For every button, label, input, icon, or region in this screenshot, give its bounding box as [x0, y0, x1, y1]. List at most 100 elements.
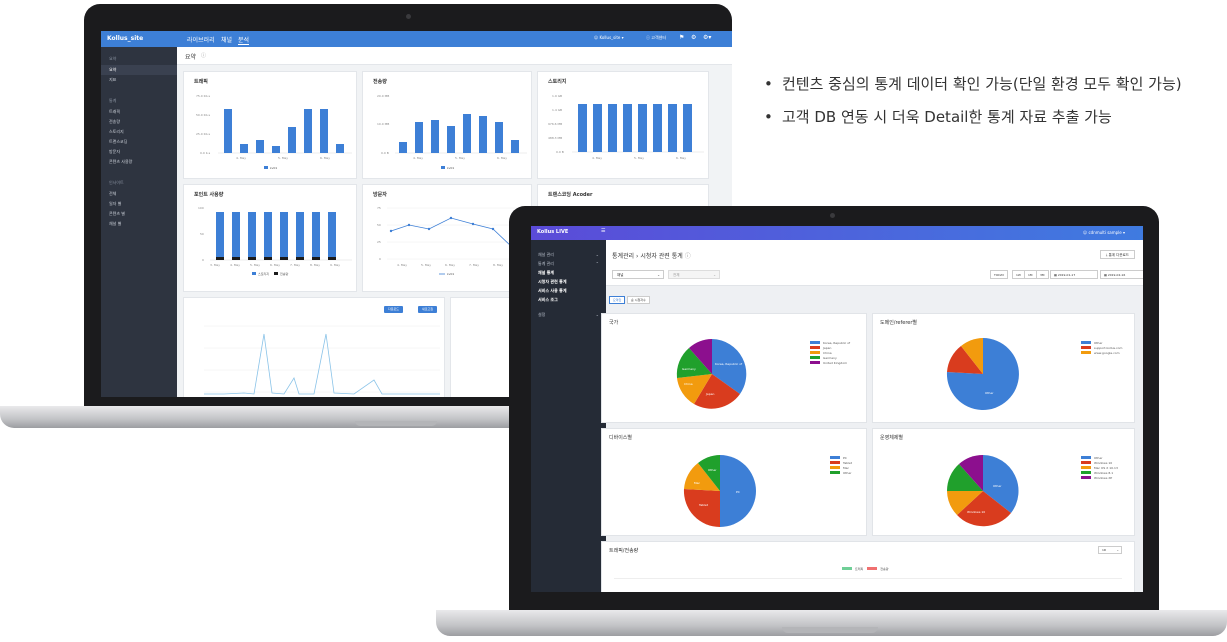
- menu-icon[interactable]: ☰: [601, 228, 605, 234]
- date-from-value: 2019-01-17: [1057, 273, 1076, 277]
- panel-title: 트래픽/전송량: [609, 548, 639, 554]
- sidebar-item-content-usage[interactable]: 콘텐츠 사용량: [101, 157, 177, 167]
- sidebar-section-insight: 인사이트: [109, 180, 124, 185]
- bar: [232, 212, 240, 257]
- sidebar-item-channel-stats[interactable]: 채널 통계: [531, 268, 606, 277]
- date-today-button[interactable]: TODAY: [990, 270, 1009, 279]
- sidebar-item-metrics[interactable]: 지표: [101, 75, 177, 85]
- tab-summary[interactable]: 요약값: [609, 296, 626, 304]
- y-tick: 0.0 B: [381, 151, 389, 155]
- sidebar-item-service-log[interactable]: 서비스 조그: [531, 295, 606, 304]
- sidebar-item-stats-mgmt[interactable]: 통계 관리 ⌃: [531, 259, 606, 268]
- bar: [463, 114, 471, 153]
- user-menu[interactable]: ☺ Kollus_site ▾: [594, 35, 624, 40]
- left-sidebar: 요약 요약 지표 통계 트래픽 전송량 스토리지 트랜스코딩 방문자 콘텐츠 사…: [101, 47, 177, 397]
- bar: [216, 212, 224, 257]
- slice-label: PC: [736, 490, 740, 494]
- slice-label: China: [684, 382, 693, 386]
- sidebar-item-all[interactable]: 전체: [101, 189, 177, 199]
- sidebar-item-summary[interactable]: 요약: [101, 65, 177, 75]
- storage-chart: 1.9 GB 1.4 GB 976.6 MB 488.3 MB 0.0 B 4.…: [548, 94, 704, 160]
- legend-label: Windows 10: [1094, 460, 1113, 465]
- info-icon[interactable]: ⓘ: [685, 253, 691, 260]
- stats-download-button[interactable]: ⤓ 통계 다운로드: [1099, 250, 1135, 259]
- date-from-input[interactable]: ▦ 2019-01-17: [1050, 270, 1098, 279]
- tab-unique-viewers[interactable]: 순 시청자수: [627, 296, 650, 304]
- bar: [479, 116, 487, 153]
- date-1w-button[interactable]: 1W: [1012, 270, 1025, 279]
- nav-library[interactable]: 라이브러리: [187, 35, 215, 44]
- sidebar-item-transfer[interactable]: 전송량: [101, 117, 177, 127]
- sidebar-item-transcoding[interactable]: 트랜스코딩: [101, 137, 177, 147]
- y-tick: 1.4 GB: [552, 108, 562, 112]
- page-title: 요약: [185, 54, 197, 61]
- bar: [431, 120, 439, 153]
- channel-select[interactable]: 채널 ⌄: [612, 270, 664, 279]
- bar: [638, 104, 647, 152]
- sub-select[interactable]: 전체 ⌄: [668, 270, 720, 279]
- sidebar-item-storage[interactable]: 스토리지: [101, 127, 177, 137]
- os-panel: 운영체제별 Other Windows 10 Other Windows 10 …: [872, 428, 1135, 536]
- card-title: 트래픽: [194, 79, 208, 85]
- y-tick: 10.0 MB: [377, 122, 389, 126]
- nav-analytics[interactable]: 분석: [238, 35, 250, 45]
- chevron-down-icon: ⌄: [657, 273, 660, 277]
- sidebar-item-visitors[interactable]: 방문자: [101, 147, 177, 157]
- bullet-text: 고객 DB 연동 시 더욱 Detail한 통계 자료 추출 가능: [782, 108, 1112, 126]
- slice-label: Japan: [705, 392, 714, 396]
- x-tick: 8. May: [493, 263, 503, 267]
- traffic-card: 트래픽 75.0 Kb.s 50.0 Kb.s 25.0 Kb.s 0.0 b.…: [183, 71, 357, 179]
- date-to-input[interactable]: ▦ 2019-02-16: [1100, 270, 1143, 279]
- device-panel: 디바이스별 PC Tablet Mac Other PC Tablet Mac …: [601, 428, 867, 536]
- breadcrumb-root[interactable]: 통계관리: [612, 253, 634, 260]
- y-tick: 20.0 MB: [377, 94, 389, 98]
- app-name: Kollus_site: [107, 35, 144, 42]
- y-tick: 976.6 MB: [548, 122, 562, 126]
- bullet-text: 컨텐츠 중심의 통계 데이터 확인 가능(단일 환경 모두 확인 가능): [782, 75, 1182, 93]
- breadcrumb-current: 시청자 관련 통계: [640, 253, 683, 260]
- sidebar-item-service-usage[interactable]: 서비스 사용 통계: [531, 286, 606, 295]
- bar: [320, 109, 328, 153]
- sidebar-item-channel-mgmt[interactable]: 채널 관리 ⌄: [531, 250, 606, 259]
- legend-label: 전송량: [880, 566, 889, 571]
- legend-label: Other: [1094, 340, 1103, 345]
- x-tick: 5. May: [250, 263, 260, 267]
- sidebar-item-by-content[interactable]: 콘텐츠 별: [101, 209, 177, 219]
- period-select[interactable]: 1D ⌄: [1098, 546, 1122, 554]
- refresh-button[interactable]: 새로고침: [418, 306, 438, 313]
- sidebar-item-by-channel[interactable]: 채널 별: [101, 219, 177, 229]
- legend-label: Other: [1094, 455, 1103, 460]
- info-icon[interactable]: ⓘ: [201, 52, 206, 59]
- help-link[interactable]: ⓘ 고객센터: [646, 35, 666, 41]
- spike-chart-card: 다운로드 새로고침: [183, 297, 445, 397]
- page-header: 통계관리 › 시청자 관련 통계 ⓘ ⤓ 통계 다운로드 채널 ⌄ 전체 ⌄ TOD…: [606, 240, 1143, 286]
- legend-label: kv01: [447, 166, 454, 170]
- date-3m-button[interactable]: 3M: [1036, 270, 1049, 279]
- nav-channel[interactable]: 채널: [221, 35, 232, 44]
- bell-icon[interactable]: ⚑: [679, 34, 684, 41]
- visitors-line: [390, 217, 514, 249]
- sidebar-item-traffic[interactable]: 트래픽: [101, 107, 177, 117]
- user-name: Kollus_site: [599, 35, 621, 40]
- user-menu[interactable]: ☺ cdnmulti sample ▾: [1083, 230, 1125, 235]
- download-button[interactable]: 다운로드: [384, 306, 404, 313]
- x-tick: 4. May: [230, 263, 240, 267]
- x-tick: 5. May: [455, 156, 465, 160]
- bar: [312, 212, 320, 257]
- chevron-down-icon: ⌄: [713, 273, 716, 277]
- spike-line: [204, 333, 440, 395]
- bar: [248, 212, 256, 257]
- bar: [653, 104, 662, 152]
- gear-icon[interactable]: ⚙: [691, 34, 696, 41]
- y-tick: 0: [202, 258, 204, 262]
- sidebar-item-viewer-stats[interactable]: 시청자 관련 통계: [531, 277, 606, 286]
- os-pie: Other Windows 10: [946, 454, 1019, 527]
- sidebar-item-settings[interactable]: 설정 ⌄: [531, 310, 606, 319]
- x-tick: 6. May: [497, 156, 507, 160]
- sidebar-section-stats: 통계: [109, 98, 117, 103]
- sidebar-item-by-date[interactable]: 일자 별: [101, 199, 177, 209]
- bullet-dot: •: [764, 108, 773, 126]
- sidebar-item-label: 통계 관리: [538, 261, 554, 266]
- settings-menu-icon[interactable]: ⚙▾: [703, 34, 711, 41]
- date-1m-button[interactable]: 1M: [1024, 270, 1037, 279]
